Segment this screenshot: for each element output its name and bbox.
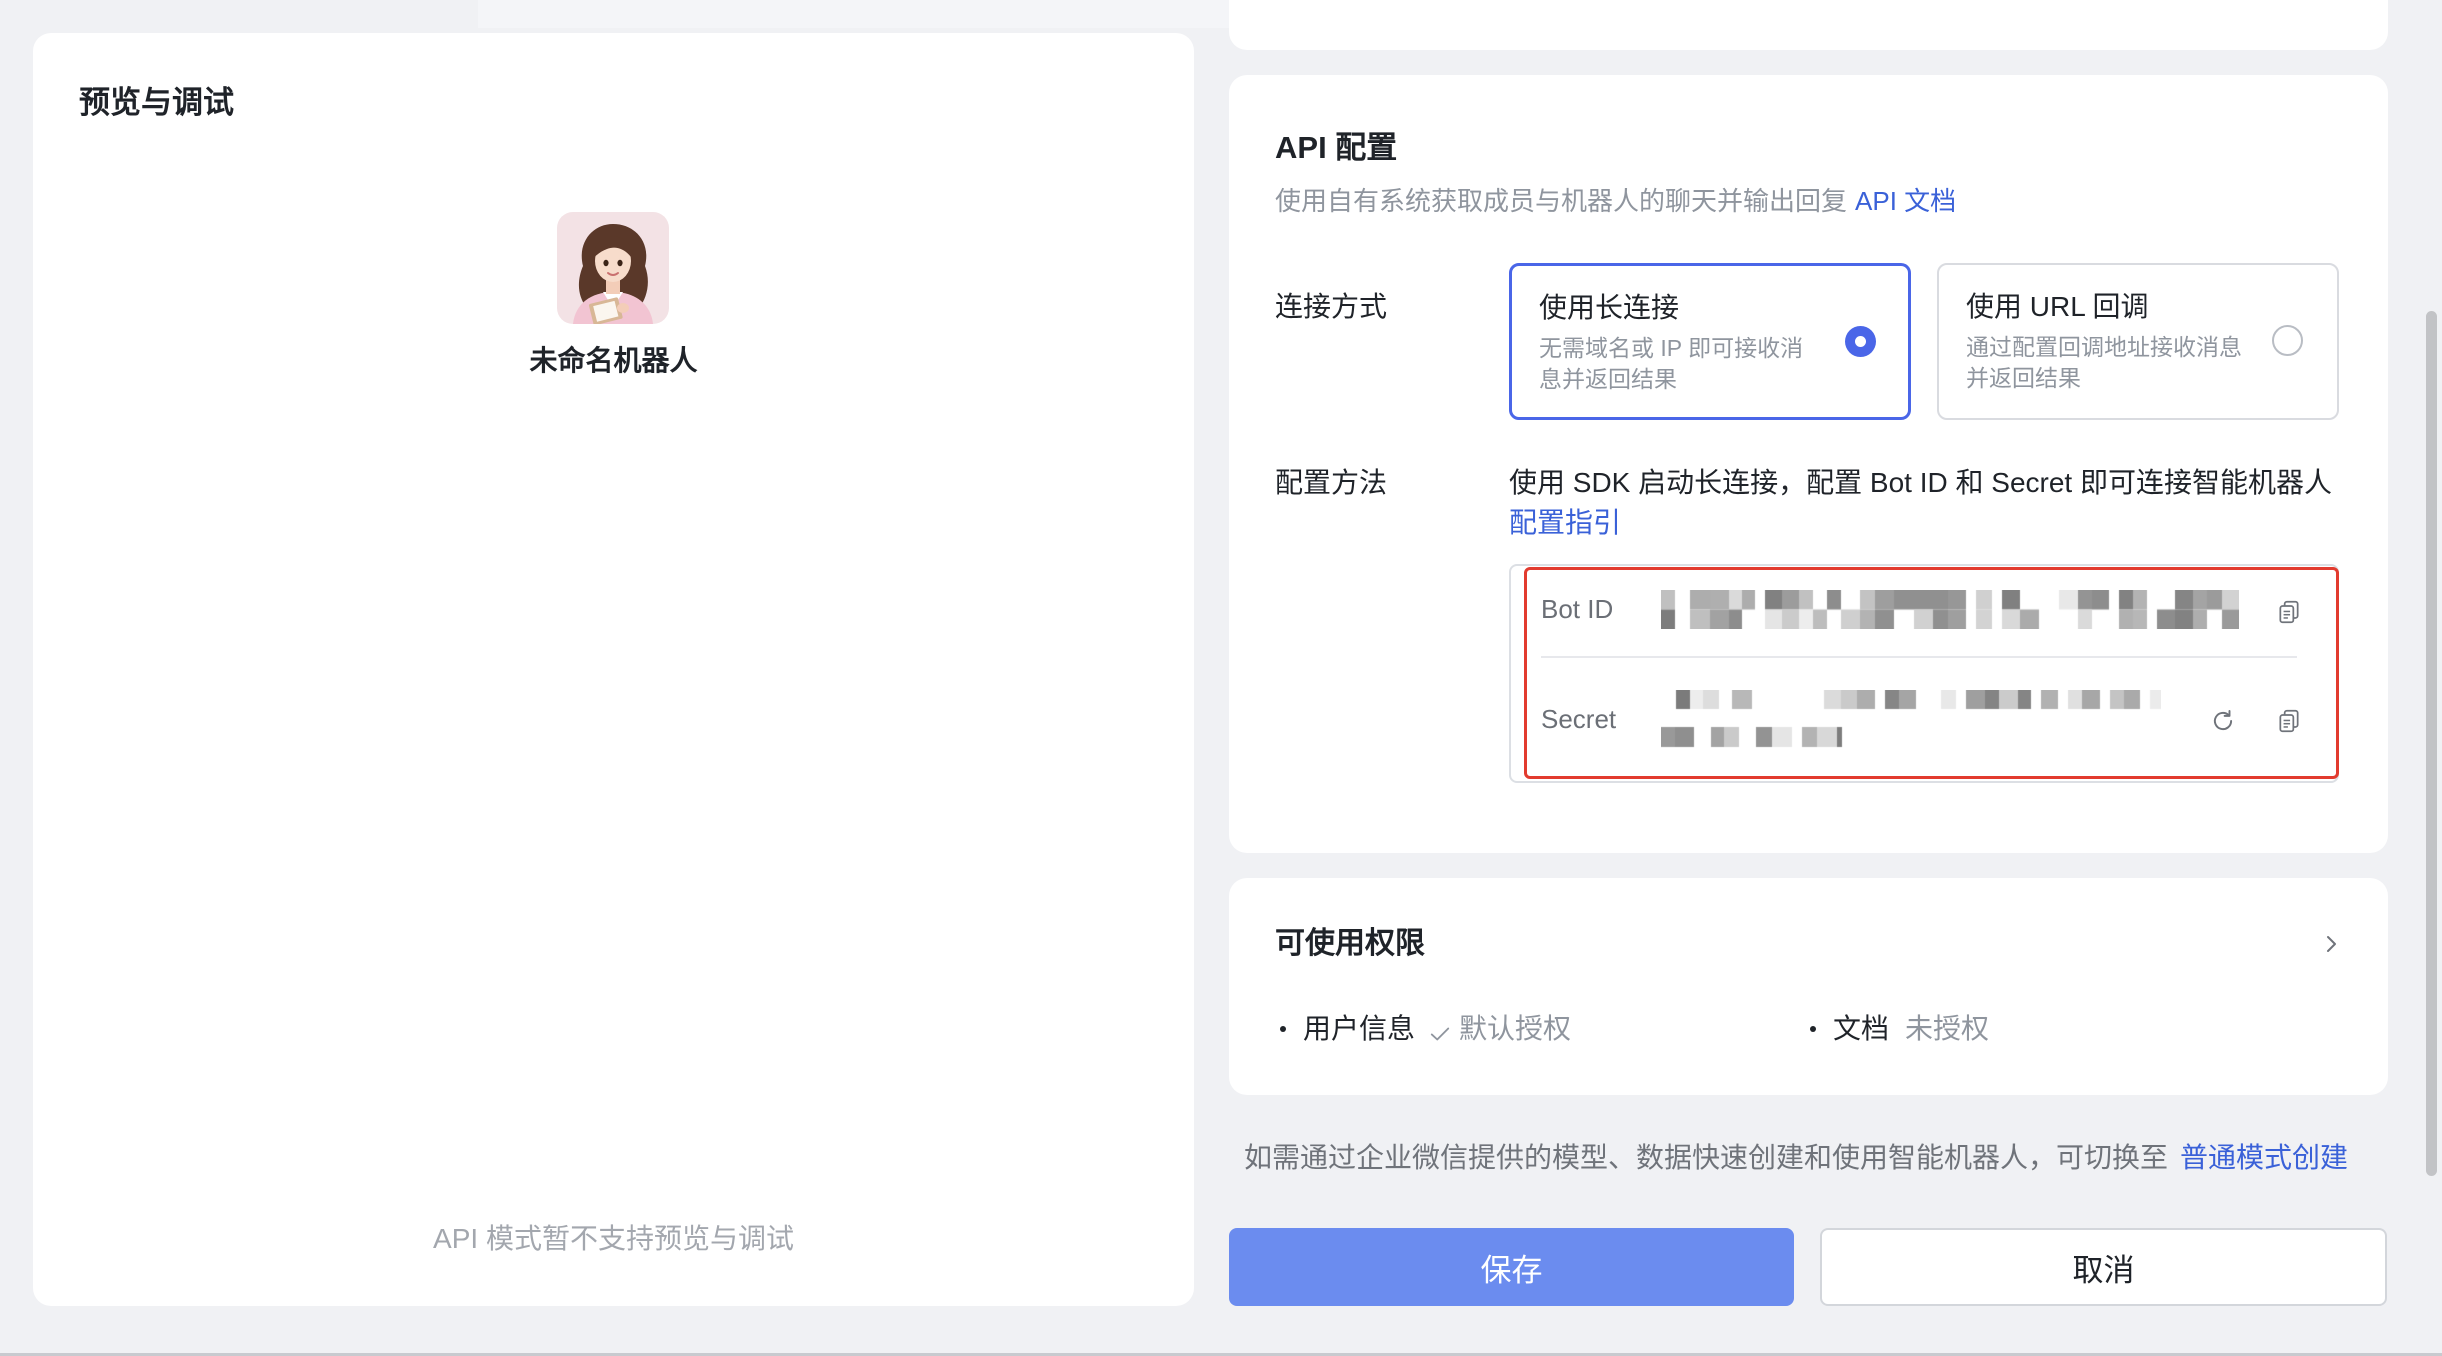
permission-item-user-info: 用户信息 默认授权: [1279, 1011, 1571, 1047]
preview-panel: 预览与调试 未命名机器人 API 模式暂不支持预览与调试: [33, 33, 1194, 1306]
copy-icon[interactable]: [2276, 599, 2302, 625]
permission-status: 默认授权: [1459, 1013, 1572, 1044]
mode-switch-hint-text: 如需通过企业微信提供的模型、数据快速创建和使用智能机器人，可切换至: [1244, 1142, 2169, 1173]
secret-value-masked: [1661, 690, 2161, 748]
save-button[interactable]: 保存: [1229, 1228, 1794, 1306]
secret-label: Secret: [1541, 704, 1617, 734]
config-guide-link[interactable]: 配置指引: [1509, 505, 1621, 541]
api-config-description-text: 使用自有系统获取成员与机器人的聊天并输出回复: [1275, 186, 1848, 216]
credentials-divider: [1541, 656, 2297, 658]
radio-url-callback[interactable]: [2272, 325, 2303, 356]
bullet: [1280, 1026, 1286, 1032]
scrollbar-thumb[interactable]: [2426, 311, 2437, 1176]
option-description: 通过配置回调地址接收消息并返回结果: [1966, 334, 2242, 391]
permissions-title: 可使用权限: [1275, 927, 1425, 960]
avatar-image: [557, 212, 669, 324]
bot-id-value-masked: [1661, 590, 2239, 629]
preview-title: 预览与调试: [79, 85, 234, 120]
option-url-callback[interactable]: 使用 URL 回调 通过配置回调地址接收消息并返回结果: [1937, 263, 2339, 420]
mode-switch-hint: 如需通过企业微信提供的模型、数据快速创建和使用智能机器人，可切换至 普通模式创建: [1244, 1140, 2348, 1176]
preview-unsupported-notice: API 模式暂不支持预览与调试: [433, 1223, 794, 1254]
config-method-label: 配置方法: [1275, 467, 1388, 498]
cancel-button[interactable]: 取消: [1820, 1228, 2387, 1306]
normal-mode-link[interactable]: 普通模式创建: [2180, 1142, 2348, 1173]
api-doc-link[interactable]: API 文档: [1855, 186, 1956, 216]
permissions-card: 可使用权限 用户信息 默认授权 文档 未授权: [1229, 878, 2388, 1095]
top-card-fragment: [1229, 0, 2388, 50]
bot-name: 未命名机器人: [529, 345, 698, 376]
config-method-text: 使用 SDK 启动长连接，配置 Bot ID 和 Secret 即可连接智能机器…: [1509, 467, 2332, 498]
option-long-connection[interactable]: 使用长连接 无需域名或 IP 即可接收消息并返回结果: [1509, 263, 1911, 420]
permission-name: 用户信息: [1303, 1013, 1416, 1044]
bot-id-label: Bot ID: [1541, 594, 1614, 624]
api-config-card: API 配置 使用自有系统获取成员与机器人的聊天并输出回复 API 文档 连接方式…: [1229, 75, 2388, 853]
option-description: 无需域名或 IP 即可接收消息并返回结果: [1539, 335, 1804, 392]
api-config-description: 使用自有系统获取成员与机器人的聊天并输出回复 API 文档: [1275, 185, 1956, 217]
radio-long-connection[interactable]: [1845, 326, 1876, 357]
chevron-right-icon[interactable]: [2319, 932, 2343, 956]
connection-mode-label: 连接方式: [1275, 291, 1388, 322]
option-title: 使用长连接: [1539, 292, 1680, 323]
permission-name: 文档: [1833, 1013, 1890, 1044]
bullet: [1810, 1026, 1816, 1032]
permission-status: 未授权: [1905, 1013, 1990, 1044]
refresh-icon[interactable]: [2210, 708, 2236, 734]
permission-item-docs: 文档 未授权: [1809, 1011, 1989, 1047]
option-title: 使用 URL 回调: [1966, 291, 2149, 322]
check-icon: [1429, 1018, 1451, 1041]
avatar: [557, 212, 669, 324]
api-config-title: API 配置: [1275, 130, 1398, 165]
copy-icon[interactable]: [2276, 708, 2302, 734]
